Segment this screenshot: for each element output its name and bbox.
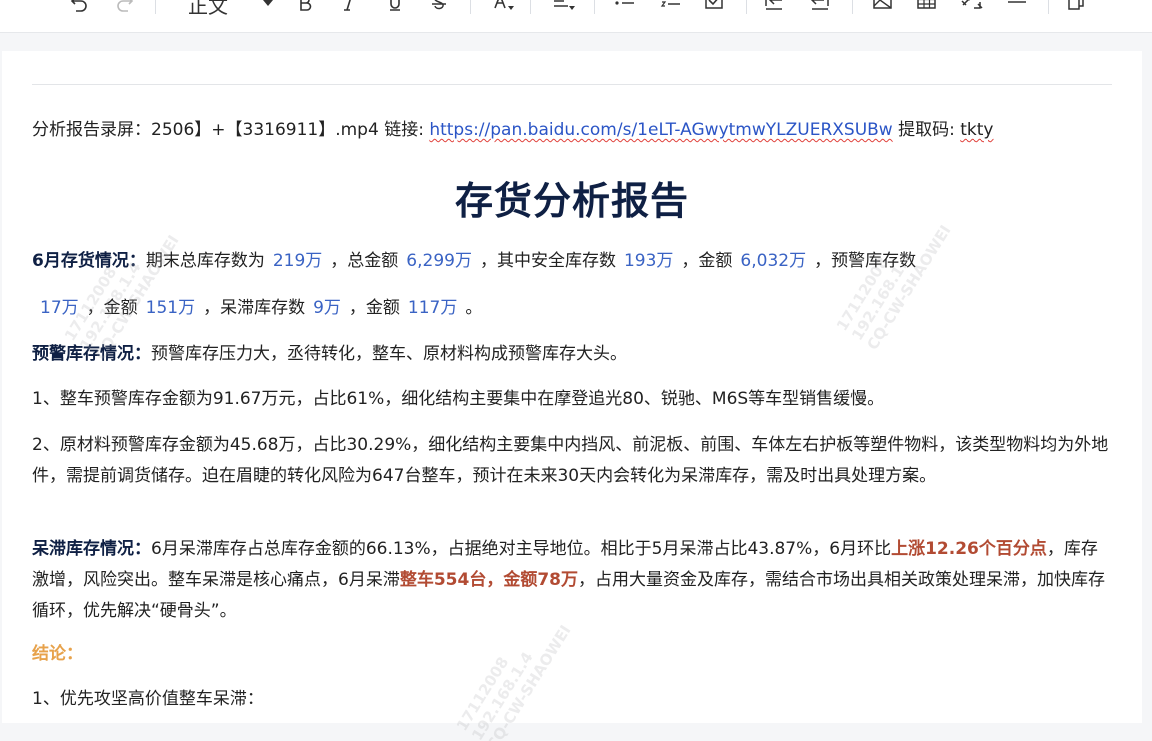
copy-format-icon[interactable] bbox=[1066, 0, 1088, 20]
total-amount-value: 6,299万 bbox=[406, 251, 472, 271]
warning-stock-value: 17万 bbox=[40, 298, 79, 318]
undo-icon[interactable] bbox=[68, 0, 90, 20]
june-text: 期末总库存数为 bbox=[145, 251, 265, 271]
toolbar-divider bbox=[594, 0, 595, 14]
recording-prefix: 分析报告录屏：2506】+【3316911】.mp4 链接: bbox=[32, 120, 430, 140]
june-inventory-line-1: 6月存货情况：期末总库存数为 219万 ，总金额 6,299万 ，其中安全库存数 193万… bbox=[32, 249, 916, 273]
toolbar-divider bbox=[1048, 0, 1049, 14]
june-text: ，金额 bbox=[348, 298, 400, 318]
header-divider bbox=[32, 84, 1112, 85]
underline-icon[interactable] bbox=[386, 0, 404, 20]
warning-text: 预警库存压力大，丞待转化，整车、原材料构成预警库存大头。 bbox=[151, 344, 627, 364]
stagnant-text: 6月呆滞库存占总库存金额的66.13%，占据绝对主导地位。相比于5月呆滞占比43… bbox=[151, 539, 892, 559]
warning-amount-value: 151万 bbox=[145, 298, 196, 318]
safety-stock-value: 193万 bbox=[623, 251, 674, 271]
toolbar-divider bbox=[155, 0, 156, 14]
june-text: ，预警库存数 bbox=[814, 251, 917, 271]
watermark: 17112008 192.168.1.4 CQ-CW-SHAOWEI bbox=[61, 213, 183, 363]
font-color-icon[interactable] bbox=[492, 0, 518, 20]
indent-increase-icon[interactable] bbox=[764, 0, 786, 20]
paragraph-style-select[interactable]: 正文 bbox=[188, 0, 228, 19]
list-item: 1、整车预警库存金额为91.67万元，占比61%，细化结构主要集中在摩登追光80… bbox=[32, 389, 885, 409]
list-item: 2、原材料预警库存金额为45.68万，占比30.29%，细化结构主要集中内挡风、… bbox=[32, 435, 1109, 486]
editor-toolbar: 正文 bbox=[0, 0, 1152, 33]
document-title: 存货分析报告 bbox=[454, 179, 689, 223]
vehicle-highlight: 整车554台，金额78万 bbox=[399, 570, 578, 590]
bulleted-list-icon[interactable] bbox=[614, 0, 636, 20]
stagnant-label: 呆滞库存情况： bbox=[32, 539, 151, 559]
june-text: ，呆滞库存数 bbox=[203, 298, 306, 318]
increase-highlight: 上涨12.26个百分点 bbox=[891, 539, 1047, 559]
share-link[interactable]: https://pan.baidu.com/s/1eLT-AGwytmwYLZU… bbox=[429, 120, 892, 140]
recording-line: 分析报告录屏：2506】+【3316911】.mp4 链接: https://p… bbox=[32, 118, 994, 142]
table-icon[interactable] bbox=[916, 0, 938, 20]
conclusion-heading: 结论： bbox=[32, 644, 83, 664]
total-stock-value: 219万 bbox=[272, 251, 323, 271]
toolbar-divider bbox=[746, 0, 747, 14]
strikethrough-icon[interactable] bbox=[430, 0, 448, 20]
indent-decrease-icon[interactable] bbox=[810, 0, 832, 20]
bold-icon[interactable] bbox=[296, 0, 314, 20]
june-text: ，金额 bbox=[86, 298, 138, 318]
safety-amount-value: 6,032万 bbox=[740, 251, 807, 271]
code-label: 提取码: bbox=[892, 120, 961, 140]
june-text: ，金额 bbox=[681, 251, 733, 271]
june-text: 。 bbox=[465, 298, 483, 318]
june-inventory-line-2: 17万 ，金额 151万 ，呆滞库存数 9万 ，金额 117万。 bbox=[32, 296, 482, 320]
stagnant-stock-value: 9万 bbox=[313, 298, 341, 318]
stagnant-amount-value: 117万 bbox=[407, 298, 458, 318]
june-text: ，总金额 bbox=[330, 251, 399, 271]
watermark-text: CQ-CW-SHAOWEI bbox=[863, 221, 955, 354]
checklist-icon[interactable] bbox=[704, 0, 726, 20]
june-text: ，其中安全库存数 bbox=[479, 251, 616, 271]
june-label: 6月存货情况： bbox=[32, 251, 146, 271]
redo-icon[interactable] bbox=[114, 0, 136, 20]
document-page[interactable]: 分析报告录屏：2506】+【3316911】.mp4 链接: https://p… bbox=[2, 51, 1142, 741]
watermark-text: 192.168.1.4 bbox=[468, 648, 537, 741]
watermark: 17112008 192.168.1.4 CQ-CW-SHAOWEI bbox=[833, 203, 955, 353]
toolbar-divider bbox=[470, 0, 471, 14]
extraction-code: tkty bbox=[960, 120, 994, 140]
link-icon[interactable] bbox=[960, 0, 986, 20]
toolbar-divider bbox=[530, 0, 531, 14]
chevron-down-icon[interactable] bbox=[262, 0, 274, 11]
watermark-text: CQ-CW-SHAOWEI bbox=[483, 621, 575, 741]
numbered-list-icon[interactable] bbox=[660, 0, 682, 20]
watermark-text: 17112008 bbox=[452, 653, 513, 735]
toolbar-divider bbox=[852, 0, 853, 14]
image-icon[interactable] bbox=[872, 0, 894, 20]
align-icon[interactable] bbox=[552, 0, 578, 20]
warning-label: 预警库存情况： bbox=[32, 344, 151, 364]
horizontal-rule-icon[interactable] bbox=[1006, 0, 1028, 20]
stagnant-stock-paragraph: 呆滞库存情况：6月呆滞库存占总库存金额的66.13%，占据绝对主导地位。相比于5… bbox=[32, 534, 1112, 627]
italic-icon[interactable] bbox=[340, 0, 358, 20]
warning-stock-paragraph: 预警库存情况：预警库存压力大，丞待转化，整车、原材料构成预警库存大头。 bbox=[32, 342, 627, 366]
list-item: 1、优先攻坚高价值整车呆滞： bbox=[32, 689, 264, 709]
